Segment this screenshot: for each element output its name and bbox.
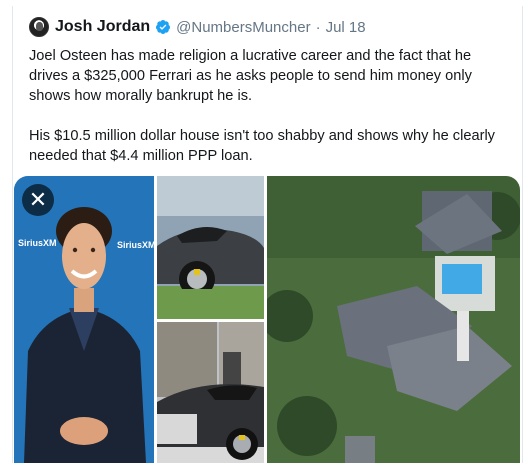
author-avatar[interactable] (29, 17, 49, 37)
tweet-media-grid: SiriusXM SiriusXM ✕ (14, 176, 520, 463)
tweet-date[interactable]: Jul 18 (326, 19, 366, 36)
media-photo-house-aerial[interactable] (267, 176, 520, 463)
separator-dot: · (315, 18, 321, 36)
media-photo-lawn (157, 289, 264, 319)
backdrop-logo-left: SiriusXM (18, 238, 57, 248)
verified-badge-icon (156, 20, 171, 34)
media-photo-ferrari-parked[interactable] (157, 322, 264, 463)
author-name[interactable]: Josh Jordan (55, 18, 150, 36)
close-icon: ✕ (28, 187, 48, 212)
tweet-text: Joel Osteen has made religion a lucrativ… (29, 46, 514, 186)
tweet-paragraph-1: Joel Osteen has made religion a lucrativ… (29, 48, 472, 104)
tweet-header: Josh Jordan @NumbersMuncher · Jul 18 (29, 16, 366, 38)
media-photo-portrait[interactable]: SiriusXM SiriusXM ✕ (14, 176, 154, 463)
author-handle[interactable]: @NumbersMuncher (176, 19, 310, 36)
close-button[interactable]: ✕ (22, 184, 54, 216)
backdrop-logo-right: SiriusXM (117, 240, 154, 250)
tweet-paragraph-2: His $10.5 million dollar house isn't too… (29, 128, 495, 164)
